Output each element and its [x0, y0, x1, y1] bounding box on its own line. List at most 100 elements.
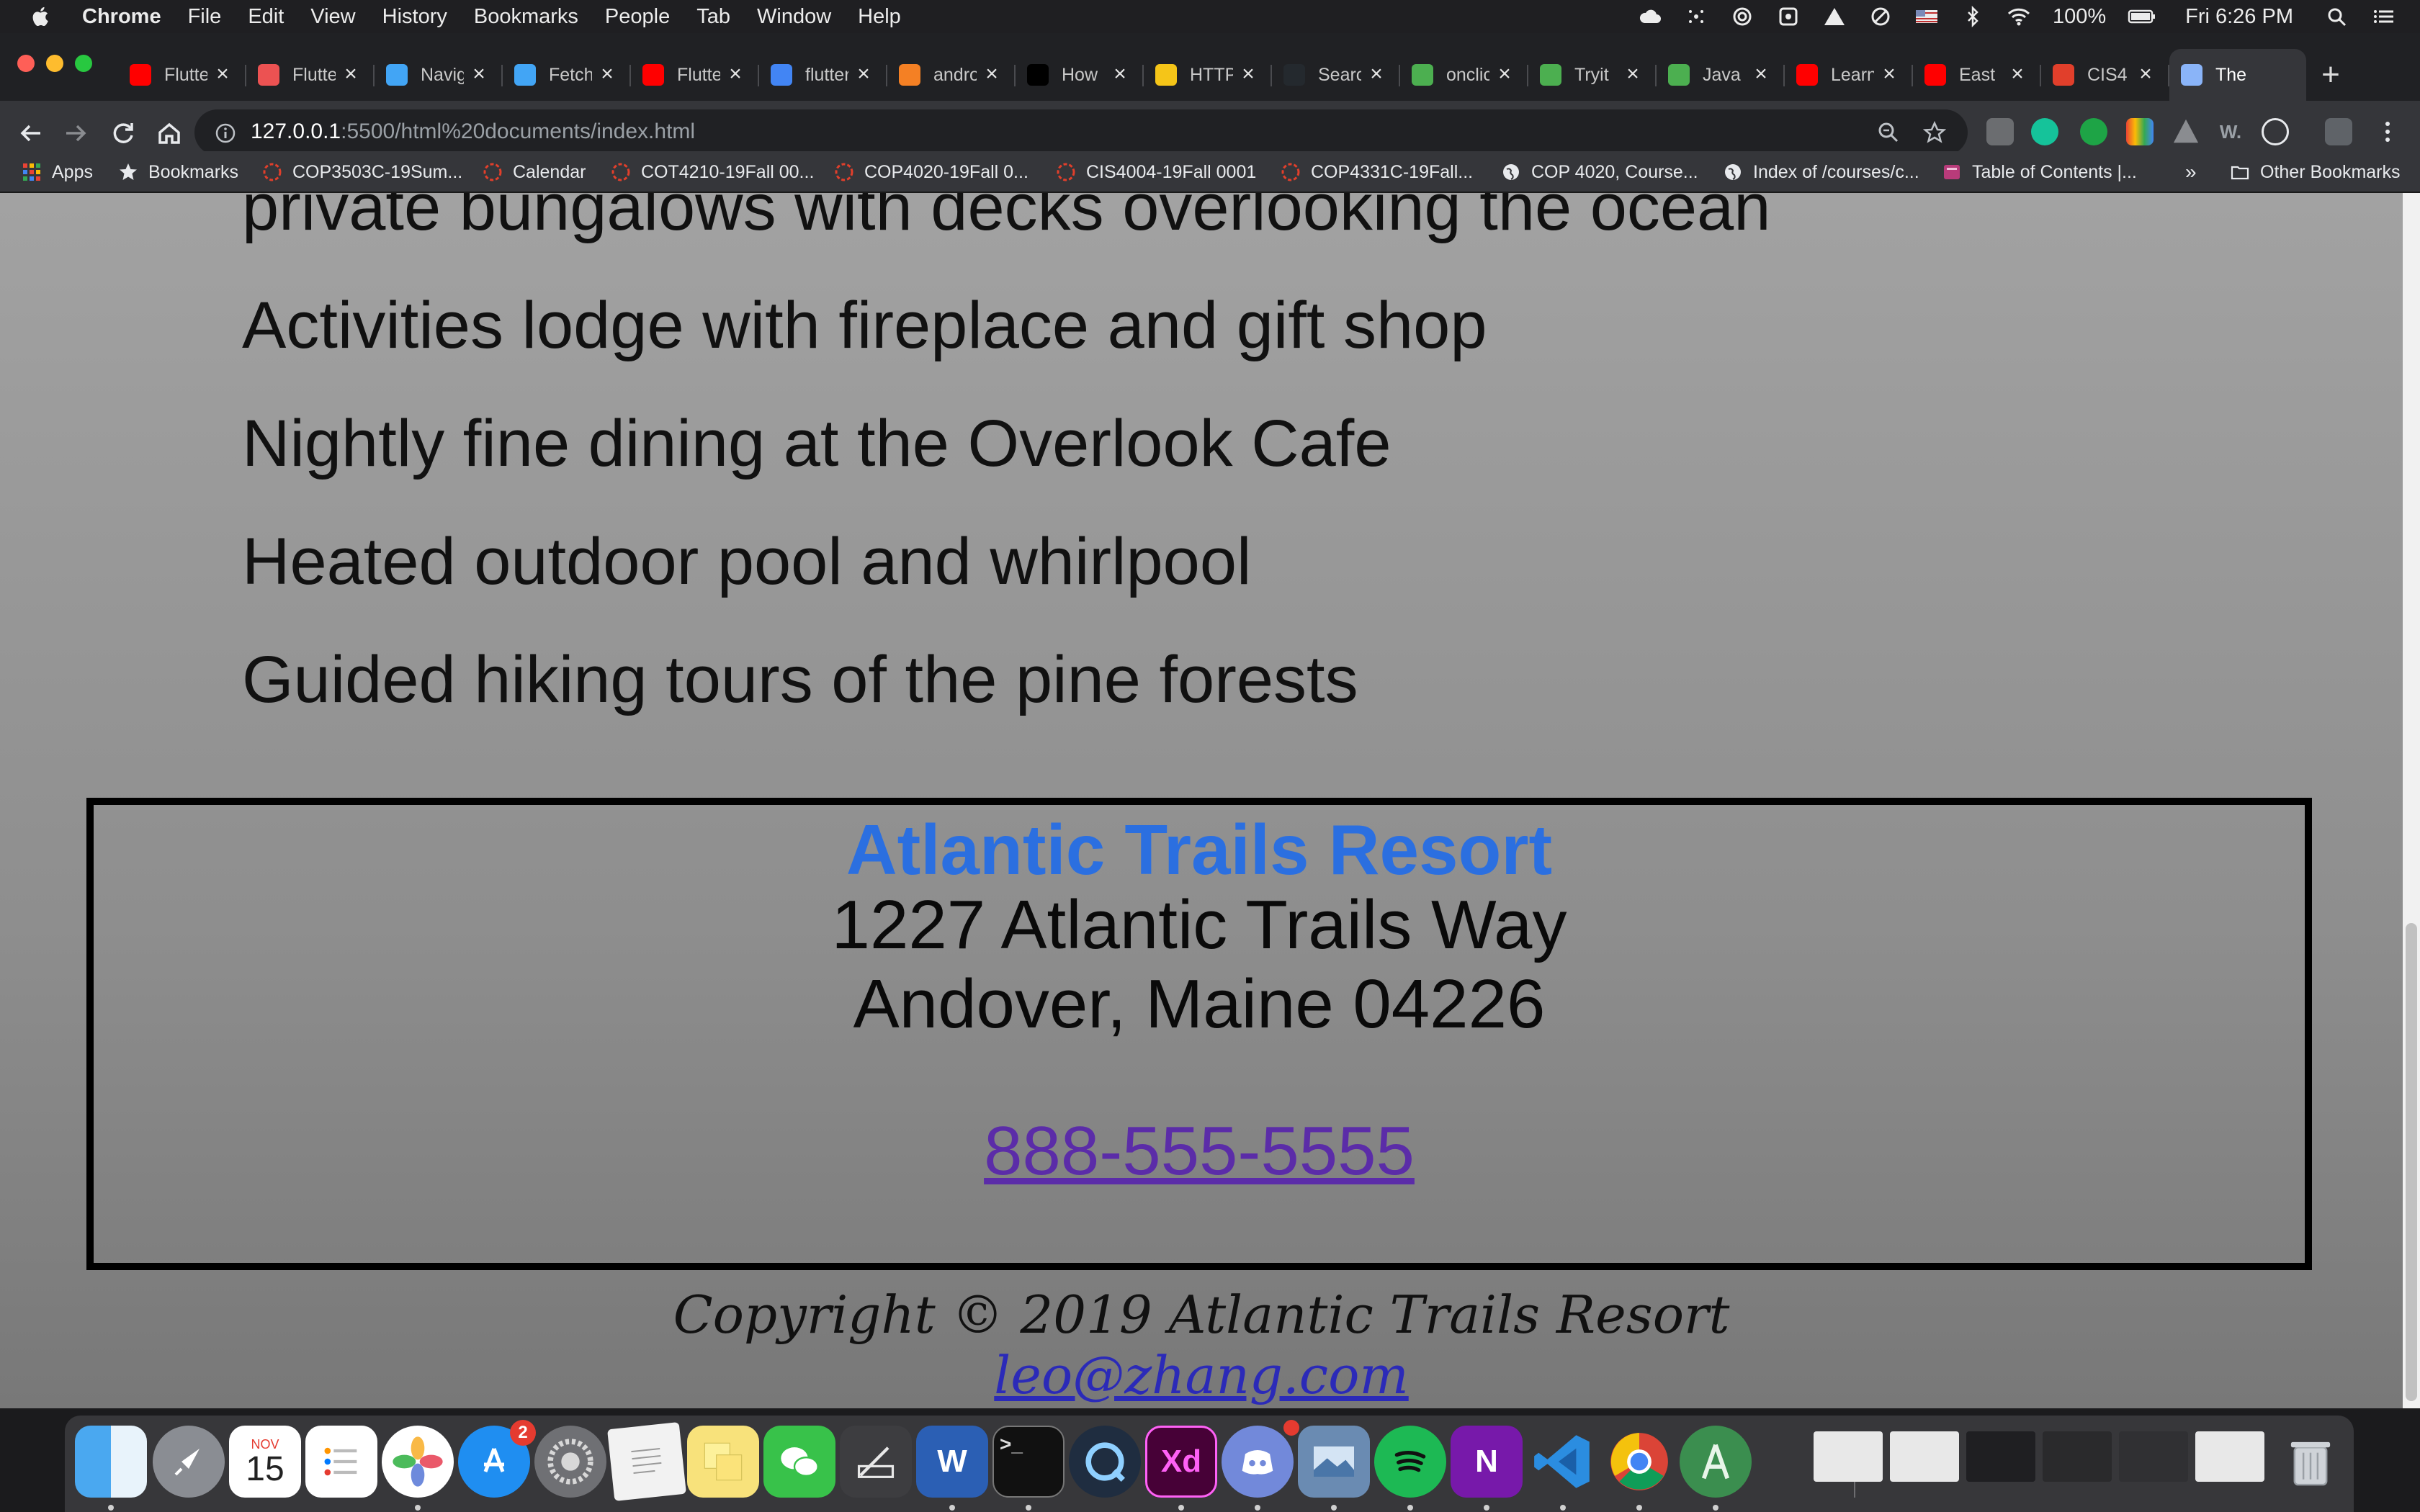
bookmark-star-icon[interactable]	[1923, 121, 1946, 144]
browser-tab[interactable]: Java ×	[1657, 49, 1785, 101]
email-link[interactable]: leo@zhang.com	[0, 1345, 2403, 1405]
adobe-xd-icon[interactable]: Xd	[1145, 1426, 1217, 1498]
browser-tab[interactable]: Search ×	[1272, 49, 1400, 101]
drive-icon[interactable]	[1822, 6, 1847, 27]
tab-close-icon[interactable]: ×	[2008, 63, 2027, 85]
grammarly-icon[interactable]	[2031, 118, 2058, 145]
browser-tab[interactable]: flutter ×	[759, 49, 887, 101]
preview-drawing-icon[interactable]	[840, 1426, 912, 1498]
new-tab-button[interactable]: +	[2318, 59, 2344, 91]
trash-icon[interactable]	[2275, 1426, 2347, 1498]
tab-close-icon[interactable]: ×	[470, 63, 488, 85]
calendar-icon[interactable]: NOV 15	[229, 1426, 301, 1498]
other-bookmarks[interactable]: Other Bookmarks	[2230, 160, 2401, 184]
minimized-window-thumbnail[interactable]	[2119, 1431, 2188, 1482]
apple-menu-icon[interactable]	[29, 4, 53, 29]
photos-icon[interactable]	[382, 1426, 454, 1498]
reload-icon[interactable]	[108, 118, 138, 148]
microsoft-word-icon[interactable]: W	[916, 1426, 988, 1498]
android-studio-icon[interactable]	[1680, 1426, 1752, 1498]
page-scrollbar-thumb[interactable]	[2406, 923, 2417, 1401]
menu-people[interactable]: People	[605, 5, 670, 29]
minimized-window-thumbnail[interactable]	[1890, 1431, 1959, 1482]
menu-view[interactable]: View	[310, 5, 355, 29]
battery-icon[interactable]	[2128, 6, 2156, 27]
cloud-icon[interactable]	[1638, 6, 1662, 27]
window-close-button[interactable]	[17, 55, 35, 72]
profile-avatar-icon[interactable]	[2325, 118, 2352, 145]
google-drive-icon[interactable]	[2173, 119, 2199, 143]
stickies-icon[interactable]	[687, 1426, 759, 1498]
clock[interactable]: Fri 6:26 PM	[2185, 5, 2293, 29]
chrome-menu-icon[interactable]	[2374, 118, 2401, 145]
site-info-icon[interactable]	[215, 122, 236, 144]
launchpad-icon[interactable]	[153, 1426, 225, 1498]
tab-close-icon[interactable]: ×	[598, 63, 617, 85]
window-minimize-button[interactable]	[46, 55, 63, 72]
spotify-icon[interactable]	[1374, 1426, 1446, 1498]
notification-center-icon[interactable]	[2371, 6, 2396, 27]
minimized-window-thumbnail[interactable]	[1966, 1431, 2035, 1482]
address-bar[interactable]: 127.0.0.1:5500/html%20documents/index.ht…	[194, 109, 1968, 156]
tab-close-icon[interactable]: ×	[1880, 63, 1899, 85]
bookmark-table-of-contents[interactable]: Table of Contents |...	[1942, 160, 2137, 184]
minimized-window-thumbnail[interactable]	[1814, 1431, 1883, 1482]
wifi-icon[interactable]	[2007, 6, 2031, 27]
sparkle-icon[interactable]	[1684, 6, 1708, 27]
tab-close-icon[interactable]: ×	[2136, 63, 2155, 85]
tab-close-icon[interactable]: ×	[341, 63, 360, 85]
reminders-icon[interactable]	[305, 1426, 377, 1498]
browser-tab[interactable]: Navigation ×	[375, 49, 503, 101]
browser-tab[interactable]: Fetch ×	[503, 49, 631, 101]
tab-close-icon[interactable]: ×	[1239, 63, 1258, 85]
menu-history[interactable]: History	[382, 5, 447, 29]
onenote-icon[interactable]: N	[1451, 1426, 1523, 1498]
bookmark-cot4210[interactable]: COT4210-19Fall 00...	[611, 160, 814, 184]
menu-help[interactable]: Help	[858, 5, 901, 29]
bookmarks-overflow-chevron[interactable]: »	[2185, 160, 2197, 184]
extension-puzzle-icon[interactable]	[1986, 118, 2014, 145]
browser-tab[interactable]: CIS4 ×	[2041, 49, 2169, 101]
tab-close-icon[interactable]: ×	[982, 63, 1001, 85]
react-devtools-icon[interactable]	[2262, 118, 2289, 145]
back-arrow-icon[interactable]	[16, 118, 46, 148]
do-not-disturb-icon[interactable]	[1868, 6, 1893, 27]
finder-icon[interactable]	[75, 1426, 147, 1498]
tab-close-icon[interactable]: ×	[213, 63, 232, 85]
tab-close-icon[interactable]: ×	[1752, 63, 1770, 85]
browser-tab[interactable]: HTTP ×	[1144, 49, 1272, 101]
creative-cloud-icon[interactable]	[1730, 6, 1754, 27]
forward-arrow-icon[interactable]	[60, 118, 91, 148]
tab-close-icon[interactable]: ×	[726, 63, 745, 85]
bookmark-cop3503c[interactable]: COP3503C-19Sum...	[262, 160, 462, 184]
tab-close-icon[interactable]: ×	[1495, 63, 1514, 85]
tab-close-icon[interactable]: ×	[1367, 63, 1386, 85]
menu-window[interactable]: Window	[757, 5, 831, 29]
app-store-icon[interactable]: 2	[458, 1420, 536, 1498]
bookmark-cop4331c[interactable]: COP4331C-19Fall...	[1281, 160, 1473, 184]
bookmark-bookmarks[interactable]: Bookmarks	[118, 160, 238, 184]
tab-close-icon[interactable]: ×	[854, 63, 873, 85]
browser-tab[interactable]: onclick ×	[1400, 49, 1528, 101]
spotlight-search-icon[interactable]	[2325, 6, 2349, 27]
tab-close-icon[interactable]: ×	[1623, 63, 1642, 85]
minimized-window-thumbnail[interactable]	[2043, 1431, 2112, 1482]
bookmark-index-courses[interactable]: Index of /courses/c...	[1723, 160, 1919, 184]
menu-file[interactable]: File	[188, 5, 222, 29]
phone-link[interactable]: 888-555-5555	[94, 1112, 2305, 1191]
browser-tab[interactable]: Flutter×	[118, 49, 246, 101]
bookmark-cis4004[interactable]: CIS4004-19Fall 0001	[1056, 160, 1256, 184]
preview-icon[interactable]	[1298, 1426, 1370, 1498]
terminal-icon[interactable]: >_	[992, 1426, 1065, 1498]
vscode-icon[interactable]	[1527, 1426, 1599, 1498]
wechat-icon[interactable]	[763, 1426, 835, 1498]
browser-tab[interactable]: Tryit ×	[1528, 49, 1657, 101]
bookmark-apps[interactable]: Apps	[22, 160, 93, 184]
browser-tab[interactable]: How ×	[1016, 49, 1144, 101]
wordtune-icon[interactable]: W.	[2217, 118, 2244, 145]
minimized-window-thumbnail[interactable]	[2195, 1431, 2264, 1482]
url-text[interactable]: 127.0.0.1:5500/html%20documents/index.ht…	[251, 120, 695, 144]
browser-tab[interactable]: Flutter×	[246, 49, 375, 101]
menu-edit[interactable]: Edit	[248, 5, 284, 29]
menu-app-chrome[interactable]: Chrome	[82, 5, 161, 29]
